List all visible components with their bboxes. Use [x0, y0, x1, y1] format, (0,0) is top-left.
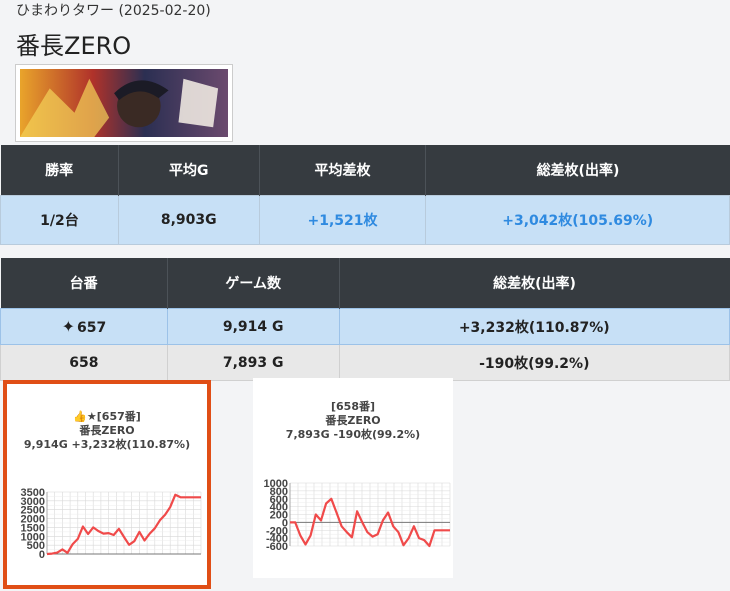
- avg-diff-value: +1,521枚: [258, 195, 427, 245]
- header-total: 総差枚(出率): [339, 258, 730, 309]
- header-win-rate: 勝率: [0, 145, 119, 196]
- table-row[interactable]: 658 7,893 G -190枚(99.2%): [0, 344, 730, 381]
- machine-number: 657: [76, 320, 107, 336]
- machine-banner-image: [15, 64, 233, 142]
- machine-card-657[interactable]: 👍★[657番] 番長ZERO 9,914G +3,232枚(110.87%) …: [3, 380, 211, 589]
- slump-chart-657: 0500100015002000250030003500: [21, 487, 202, 561]
- win-rate-value: 1/2台: [0, 195, 119, 245]
- y-tick-label: 1000: [264, 478, 288, 490]
- total-diff-value: +3,042枚(105.69%): [425, 195, 730, 245]
- header-avg-diff: 平均差枚: [259, 145, 427, 196]
- summary-row: 1/2台 8,903G +1,521枚 +3,042枚(105.69%): [0, 195, 730, 245]
- games-cell: 7,893 G: [166, 344, 340, 381]
- games-cell: 9,914 G: [166, 308, 340, 345]
- y-tick-label: 3500: [21, 487, 45, 499]
- machine-number-cell[interactable]: 658: [0, 344, 168, 381]
- machine-header-row: 台番 ゲーム数 総差枚(出率): [0, 258, 730, 309]
- slump-chart-658: -600-400-20002004006008001000: [264, 478, 451, 553]
- header-machine-number: 台番: [0, 258, 168, 309]
- summary-table: 勝率 平均G 平均差枚 総差枚(出率) 1/2台 8,903G +1,521枚 …: [0, 145, 730, 245]
- total-cell: +3,232枚(110.87%): [338, 308, 730, 345]
- machine-card-658[interactable]: [658番] 番長ZERO 7,893G -190枚(99.2%) -600 -4…: [253, 378, 453, 578]
- total-cell: -190枚(99.2%): [338, 344, 730, 381]
- table-row[interactable]: ✦ 657 9,914 G +3,232枚(110.87%): [0, 308, 730, 345]
- header-total-diff: 総差枚(出率): [425, 145, 730, 196]
- header-games: ゲーム数: [167, 258, 340, 309]
- summary-header-row: 勝率 平均G 平均差枚 総差枚(出率): [0, 145, 730, 196]
- store-name: ひまわりタワー (2025-02-20): [16, 3, 211, 19]
- machine-number: 658: [69, 354, 99, 371]
- avg-games-value: 8,903G: [117, 195, 260, 245]
- page-title: 番長ZERO: [16, 32, 132, 60]
- banner-art: [20, 69, 228, 137]
- sparkle-icon: ✦: [61, 317, 75, 336]
- machine-table: 台番 ゲーム数 総差枚(出率) ✦ 657 9,914 G +3,232枚(110…: [0, 258, 730, 381]
- header-avg-games: 平均G: [118, 145, 260, 196]
- machine-number-cell[interactable]: ✦ 657: [0, 308, 168, 345]
